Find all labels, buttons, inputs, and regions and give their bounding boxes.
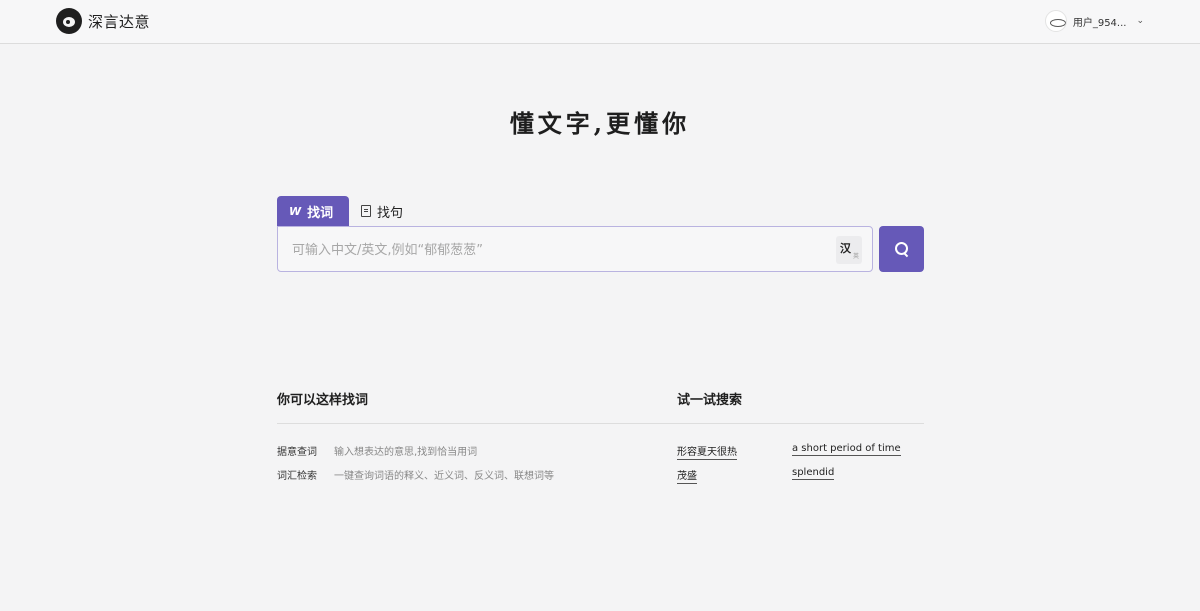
search-tabs: W 找词 找句 — [277, 196, 415, 226]
search-button[interactable] — [879, 226, 924, 272]
lang-sub-label: 英 — [852, 253, 859, 260]
tip-row: 词汇检索 一键查询词语的释义、近义词、反义词、联想词等 — [277, 467, 554, 482]
user-menu[interactable]: 用户_954... ⌄ — [1044, 10, 1144, 32]
search-box: 汉 英 — [277, 226, 873, 272]
logo[interactable]: 深言达意 — [56, 8, 150, 34]
avatar — [1044, 10, 1067, 32]
tab-find-word-label: 找词 — [307, 205, 334, 221]
w-icon: W — [289, 204, 302, 218]
chevron-down-icon: ⌄ — [1136, 16, 1144, 26]
section-divider — [277, 423, 924, 424]
username: 用户_954... — [1072, 17, 1127, 29]
document-icon — [361, 205, 371, 217]
tab-find-sentence[interactable]: 找句 — [349, 196, 415, 226]
lang-main-label: 汉 — [840, 242, 851, 255]
tip-desc: 输入想表达的意思,找到恰当用词 — [334, 447, 478, 458]
try-search-link[interactable]: splendid — [792, 467, 835, 480]
search-icon — [894, 242, 909, 256]
try-title: 试一试搜索 — [677, 393, 743, 408]
page-slogan: 懂文字,更懂你 — [509, 109, 691, 138]
tip-label: 词汇检索 — [277, 471, 317, 482]
try-search-link[interactable]: 形容夏天很热 — [677, 443, 737, 460]
try-search-link[interactable]: a short period of time — [792, 443, 901, 456]
tab-find-sentence-label: 找句 — [377, 205, 404, 221]
language-toggle[interactable]: 汉 英 — [836, 236, 862, 264]
logo-icon — [56, 8, 82, 34]
try-search-link[interactable]: 茂盛 — [677, 467, 697, 484]
search-input[interactable] — [292, 239, 812, 261]
tip-desc: 一键查询词语的释义、近义词、反义词、联想词等 — [334, 471, 554, 482]
tab-find-word[interactable]: W 找词 — [277, 196, 349, 226]
tip-label: 据意查词 — [277, 447, 317, 458]
top-header: 深言达意 用户_954... ⌄ — [0, 0, 1200, 44]
tips-title: 你可以这样找词 — [277, 393, 369, 408]
logo-text: 深言达意 — [88, 12, 151, 31]
tip-row: 据意查词 输入想表达的意思,找到恰当用词 — [277, 443, 477, 458]
